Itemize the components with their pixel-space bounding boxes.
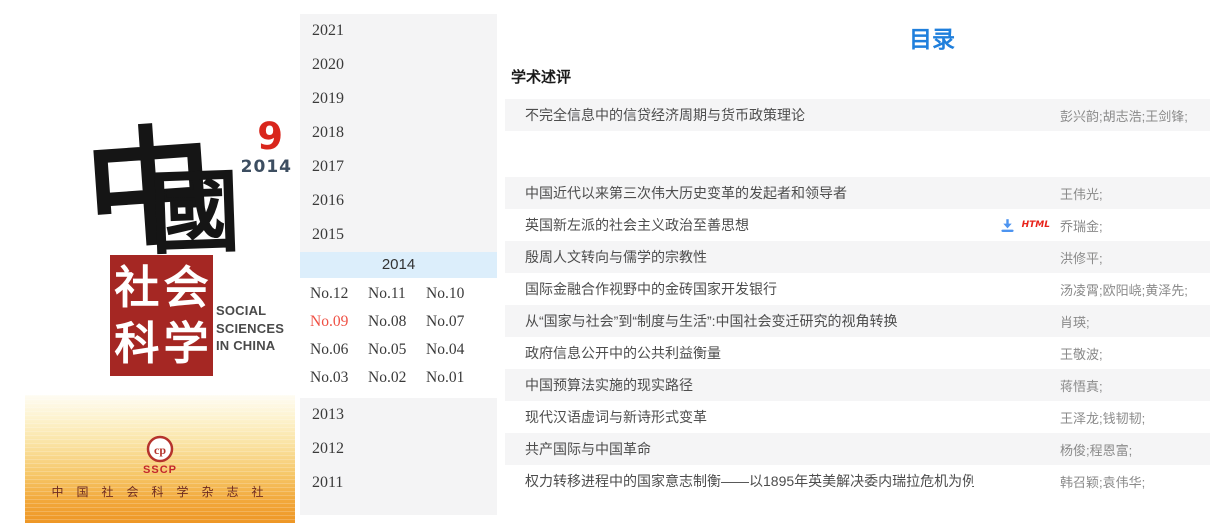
issue-cell-no-04[interactable]: No.04 [426, 336, 484, 364]
issue-cell-no-01[interactable]: No.01 [426, 364, 484, 392]
article-row: 国际金融合作视野中的金砖国家开发银行 汤凌霄;欧阳峣;黄泽先; [505, 273, 1210, 305]
section-header [511, 145, 1210, 165]
issue-cell-no-05[interactable]: No.05 [368, 336, 426, 364]
article-row: 现代汉语虚词与新诗形式变革 王泽龙;钱韧韧; [505, 401, 1210, 433]
article-list: 中国近代以来第三次伟大历史变革的发起者和领导者 王伟光; 英国新左派的社会主义政治至… [505, 177, 1210, 497]
cover-issue-number: 9 [208, 118, 283, 155]
issue-grid: No.12No.11No.10 No.09No.08No.07 No.06No.05… [300, 278, 497, 398]
article-title[interactable]: 共产国际与中国革命 [525, 439, 974, 459]
article-row: 殷周人文转向与儒学的宗教性 洪修平; [505, 241, 1210, 273]
section-header: 学术述评 [511, 68, 1210, 88]
journal-cover: 9 2014 中 國 社 会 科 学 SOCIAL SCIENCES IN CH… [0, 0, 295, 523]
issue-cell-no-09-active[interactable]: No.09 [310, 308, 368, 336]
sscp-emblem-icon: cp [146, 435, 174, 463]
cover-english-title-line: SCIENCES [216, 320, 284, 338]
issue-cell-no-03[interactable]: No.03 [310, 364, 368, 392]
article-title[interactable]: 英国新左派的社会主义政治至善思想 [525, 215, 974, 235]
article-row: 共产国际与中国革命 杨俊;程恩富; [505, 433, 1210, 465]
cover-title-char: 科 [114, 317, 159, 371]
article-title[interactable]: 中国预算法实施的现实路径 [525, 375, 974, 395]
issue-cell-no-06[interactable]: No.06 [310, 336, 368, 364]
article-title[interactable]: 权力转移进程中的国家意志制衡——以1895年英美解决委内瑞拉危机为例 [525, 471, 974, 491]
toc-title: 目录 [497, 20, 1210, 54]
article-authors: 蒋悟真; [1060, 376, 1210, 395]
year-item-2011[interactable]: 2011 [300, 466, 497, 500]
article-authors: 汤凌霄;欧阳峣;黄泽先; [1060, 280, 1210, 299]
article-title[interactable]: 政府信息公开中的公共利益衡量 [525, 343, 974, 363]
year-item-2021[interactable]: 2021 [300, 14, 497, 48]
article-list: 不完全信息中的信贷经济周期与货币政策理论 彭兴韵;胡志浩;王剑锋; [505, 99, 1210, 131]
article-row: 政府信息公开中的公共利益衡量 王敬波; [505, 337, 1210, 369]
cover-english-title-line: IN CHINA [216, 337, 284, 355]
article-row: 中国预算法实施的现实路径 蒋悟真; [505, 369, 1210, 401]
year-item-2018[interactable]: 2018 [300, 116, 497, 150]
article-row: 英国新左派的社会主义政治至善思想 HTML 乔瑞金; [505, 209, 1210, 241]
toc-section: 学术述评不完全信息中的信贷经济周期与货币政策理论 彭兴韵;胡志浩;王剑锋; [505, 68, 1210, 131]
year-item-2015[interactable]: 2015 [300, 218, 497, 252]
cover-english-title: SOCIAL SCIENCES IN CHINA [216, 302, 284, 355]
expanded-year-header[interactable]: 2014 [300, 252, 497, 278]
year-item-2019[interactable]: 2019 [300, 82, 497, 116]
sscp-label: SSCP [25, 464, 295, 476]
year-item-2013[interactable]: 2013 [300, 398, 497, 432]
article-title[interactable]: 国际金融合作视野中的金砖国家开发银行 [525, 279, 974, 299]
cover-title-char: 社 [114, 261, 159, 315]
article-authors: 王伟光; [1060, 184, 1210, 203]
article-row: 中国近代以来第三次伟大历史变革的发起者和领导者 王伟光; [505, 177, 1210, 209]
article-title[interactable]: 中国近代以来第三次伟大历史变革的发起者和领导者 [525, 183, 974, 203]
year-item-2012[interactable]: 2012 [300, 432, 497, 466]
toc-section: 中国近代以来第三次伟大历史变革的发起者和领导者 王伟光; 英国新左派的社会主义政治至… [505, 145, 1210, 497]
article-authors: 韩召颖;袁伟华; [1060, 472, 1210, 491]
article-authors: 肖瑛; [1060, 312, 1210, 331]
toc-panel: 目录 学术述评不完全信息中的信贷经济周期与货币政策理论 彭兴韵;胡志浩;王剑锋; 中… [497, 0, 1210, 523]
issue-cell-no-07[interactable]: No.07 [426, 308, 484, 336]
article-authors: 杨俊;程恩富; [1060, 440, 1210, 459]
cover-title-char: 会 [164, 261, 209, 315]
cover-title-block: 社 会 科 学 [110, 255, 213, 376]
issue-cell-no-10[interactable]: No.10 [426, 280, 484, 308]
years-after: 201320122011 [300, 398, 497, 500]
article-title[interactable]: 从“国家与社会”到“制度与生活”:中国社会变迁研究的视角转换 [525, 311, 974, 331]
issue-cell-no-08[interactable]: No.08 [368, 308, 426, 336]
article-authors: 王敬波; [1060, 344, 1210, 363]
article-title[interactable]: 不完全信息中的信贷经济周期与货币政策理论 [525, 105, 974, 125]
download-icon[interactable] [1000, 218, 1015, 233]
cover-calligraphy-guo: 國 [148, 168, 241, 261]
cover-footer: cp SSCP 中 国 社 会 科 学 杂 志 社 [25, 395, 295, 523]
article-authors: 王泽龙;钱韧韧; [1060, 408, 1210, 427]
article-row: 从“国家与社会”到“制度与生活”:中国社会变迁研究的视角转换 肖瑛; [505, 305, 1210, 337]
cover-english-title-line: SOCIAL [216, 302, 284, 320]
years-before: 2021202020192018201720162015 [300, 14, 497, 252]
year-item-2016[interactable]: 2016 [300, 184, 497, 218]
publisher-name: 中 国 社 会 科 学 杂 志 社 [25, 483, 295, 500]
article-row: 不完全信息中的信贷经济周期与货币政策理论 彭兴韵;胡志浩;王剑锋; [505, 99, 1210, 131]
article-authors: 彭兴韵;胡志浩;王剑锋; [1060, 106, 1210, 125]
article-authors: 乔瑞金; [1060, 216, 1210, 235]
issue-cell-no-02[interactable]: No.02 [368, 364, 426, 392]
article-row: 权力转移进程中的国家意志制衡——以1895年英美解决委内瑞拉危机为例 韩召颖;袁伟… [505, 465, 1210, 497]
svg-text:cp: cp [154, 443, 166, 457]
article-title[interactable]: 殷周人文转向与儒学的宗教性 [525, 247, 974, 267]
toc-sections: 学术述评不完全信息中的信贷经济周期与货币政策理论 彭兴韵;胡志浩;王剑锋; 中国近代… [505, 68, 1210, 497]
issue-cell-no-12[interactable]: No.12 [310, 280, 368, 308]
article-actions: HTML [974, 218, 1060, 233]
year-item-2020[interactable]: 2020 [300, 48, 497, 82]
html-badge[interactable]: HTML [1022, 220, 1050, 230]
issue-cell-no-11[interactable]: No.11 [368, 280, 426, 308]
cover-title-char: 学 [164, 317, 209, 371]
article-authors: 洪修平; [1060, 248, 1210, 267]
archive-panel: 2021202020192018201720162015 2014 No.12N… [300, 14, 497, 515]
article-title[interactable]: 现代汉语虚词与新诗形式变革 [525, 407, 974, 427]
year-item-2017[interactable]: 2017 [300, 150, 497, 184]
